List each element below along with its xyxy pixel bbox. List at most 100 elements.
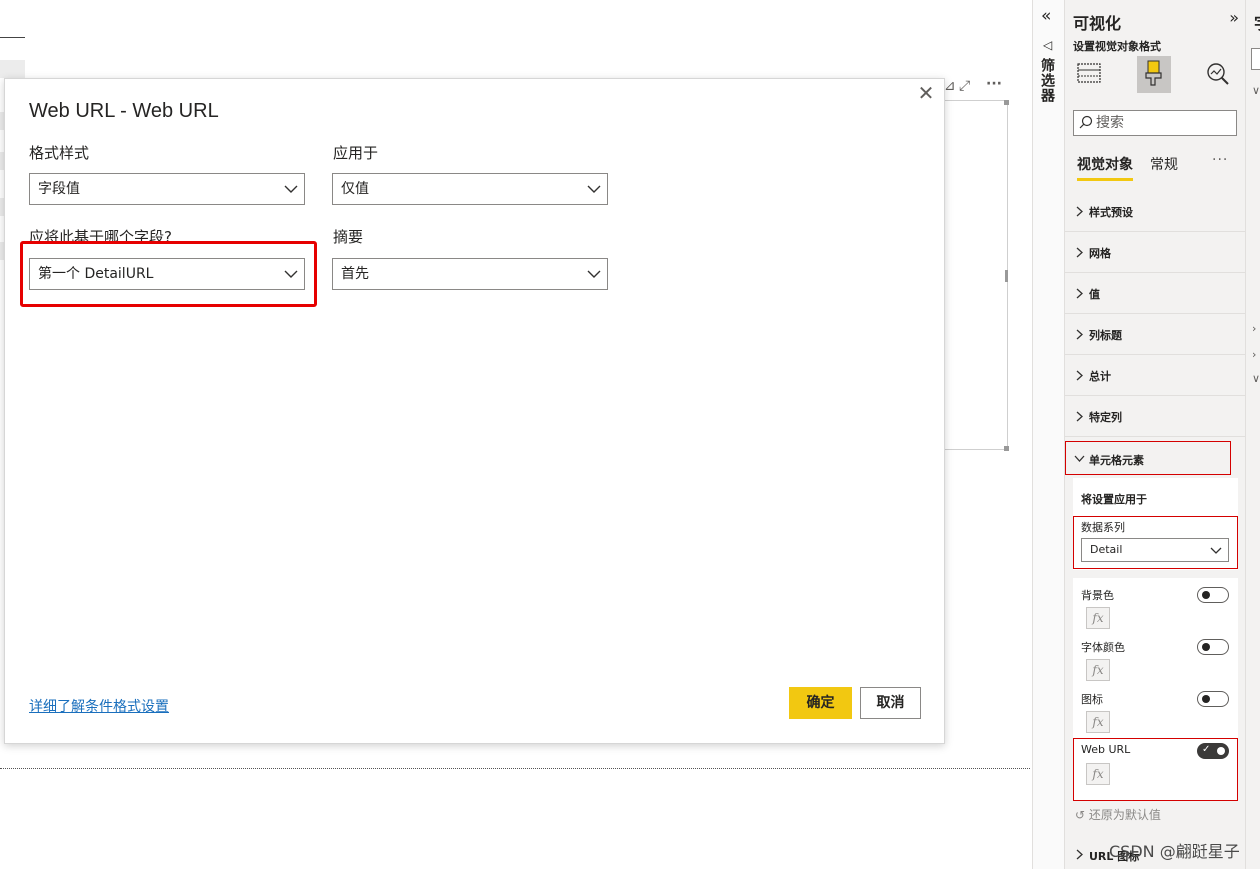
- more-options-icon[interactable]: ···: [986, 76, 1002, 92]
- resize-handle[interactable]: [1004, 100, 1009, 105]
- collapse-icon[interactable]: «: [1041, 6, 1051, 26]
- more-options-icon[interactable]: ···: [1212, 152, 1228, 168]
- section-style-presets[interactable]: 样式预设: [1065, 191, 1245, 232]
- filter-pane-collapsed[interactable]: « ◁ 筛选器: [1032, 0, 1065, 869]
- page-boundary-line: [0, 768, 1030, 769]
- section-specific-column[interactable]: 特定列: [1065, 396, 1245, 437]
- chevron-right-icon: [1076, 206, 1083, 217]
- section-label: 值: [1089, 288, 1100, 301]
- build-visual-icon[interactable]: [1073, 56, 1107, 90]
- fx-button[interactable]: fx: [1086, 711, 1110, 733]
- section-label: 单元格元素: [1089, 454, 1144, 467]
- chevron-down-icon: [284, 185, 298, 193]
- format-visual-icon[interactable]: [1137, 56, 1171, 90]
- chevron-down-icon: [284, 270, 298, 278]
- toggle-label: 字体颜色: [1081, 641, 1125, 654]
- learn-more-link[interactable]: 详细了解条件格式设置: [29, 696, 169, 716]
- series-dropdown[interactable]: Detail: [1081, 538, 1229, 562]
- toggle-label: Web URL: [1081, 743, 1131, 756]
- toggle-label: 图标: [1081, 693, 1103, 706]
- section-cell-elements[interactable]: 单元格元素: [1065, 441, 1231, 475]
- fx-button[interactable]: fx: [1086, 659, 1110, 681]
- chevron-down-icon: ∨: [1252, 372, 1260, 385]
- search-input[interactable]: 搜索: [1073, 110, 1237, 136]
- table-visual-frame[interactable]: [940, 100, 1008, 450]
- fields-search-input[interactable]: [1251, 48, 1260, 70]
- apply-to-label: 应用于: [333, 144, 379, 162]
- icons-toggle[interactable]: [1197, 691, 1229, 707]
- table-grid-icon: [1077, 63, 1101, 83]
- chevron-right-icon: [1076, 288, 1083, 299]
- reset-to-default[interactable]: ↺ 还原为默认值: [1075, 806, 1161, 823]
- chevron-right-icon: [1076, 849, 1083, 860]
- visualizations-pane: 可视化 » 设置视觉对象格式 搜索 视觉对象 常规 ··· 样式预设 网格 值 …: [1065, 0, 1245, 869]
- section-label: 网格: [1089, 247, 1111, 260]
- summarization-value: 首先: [341, 266, 369, 282]
- section-grid[interactable]: 网格: [1065, 232, 1245, 273]
- chevron-right-icon: ›: [1252, 348, 1257, 361]
- section-label: 特定列: [1089, 411, 1122, 424]
- pane-title: 可视化: [1073, 14, 1122, 33]
- apply-settings-label: 将设置应用于: [1081, 493, 1147, 506]
- active-tool-indicator: [1137, 90, 1171, 93]
- format-style-label: 格式样式: [29, 144, 90, 162]
- summarization-label: 摘要: [333, 228, 364, 246]
- fx-button[interactable]: fx: [1086, 763, 1110, 785]
- focus-mode-icon[interactable]: ⤢: [959, 78, 970, 94]
- resize-handle[interactable]: [1004, 446, 1009, 451]
- resize-handle[interactable]: [1005, 270, 1008, 282]
- chevron-right-icon: [1076, 370, 1083, 381]
- chevron-down-icon: [587, 270, 601, 278]
- filter-pane-label[interactable]: 筛选器: [1039, 58, 1057, 103]
- web-url-toggle[interactable]: ✓: [1197, 743, 1229, 759]
- chevron-down-icon: [1074, 455, 1085, 462]
- section-label: 列标题: [1089, 329, 1122, 342]
- background-color-toggle[interactable]: [1197, 587, 1229, 603]
- section-label: 样式预设: [1089, 206, 1133, 219]
- cancel-button[interactable]: 取消: [860, 687, 921, 719]
- paintbrush-icon: [1145, 60, 1162, 86]
- format-style-value: 字段值: [38, 181, 80, 197]
- based-on-field-dropdown[interactable]: 第一个 DetailURL: [29, 258, 305, 290]
- section-totals[interactable]: 总计: [1065, 355, 1245, 396]
- based-on-field-value: 第一个 DetailURL: [38, 266, 154, 282]
- magnifier-chart-icon: [1207, 63, 1229, 85]
- dialog-title: Web URL - Web URL: [29, 100, 219, 122]
- chevron-down-icon: ∨: [1252, 84, 1260, 97]
- chevron-right-icon: [1076, 247, 1083, 258]
- toggle-label: 背景色: [1081, 589, 1114, 602]
- section-label: 总计: [1089, 370, 1111, 383]
- tab-general[interactable]: 常规: [1150, 154, 1178, 174]
- close-icon[interactable]: ✕: [914, 81, 938, 105]
- search-icon: [1079, 115, 1093, 129]
- chevron-right-icon: ›: [1252, 322, 1257, 335]
- canvas-table-strip: [0, 60, 25, 78]
- chevron-right-icon: [1076, 329, 1083, 340]
- reset-icon: ↺: [1075, 808, 1089, 822]
- pane-subtitle: 设置视觉对象格式: [1073, 40, 1161, 53]
- summarization-dropdown[interactable]: 首先: [332, 258, 608, 290]
- apply-to-value: 仅值: [341, 181, 369, 197]
- expand-icon[interactable]: »: [1229, 8, 1239, 27]
- section-values[interactable]: 值: [1065, 273, 1245, 314]
- ok-button[interactable]: 确定: [789, 687, 852, 719]
- fx-button[interactable]: fx: [1086, 607, 1110, 629]
- analytics-icon[interactable]: [1201, 56, 1235, 90]
- section-column-headers[interactable]: 列标题: [1065, 314, 1245, 355]
- watermark: CSDN @翩跹星子: [1109, 842, 1240, 861]
- chevron-right-icon: [1076, 411, 1083, 422]
- filter-icon[interactable]: ⊿: [944, 78, 956, 94]
- series-label: 数据系列: [1081, 521, 1125, 534]
- conditional-format-dialog: Web URL - Web URL ✕ 格式样式 字段值 应用于 仅值 应将此基…: [4, 78, 945, 744]
- format-style-dropdown[interactable]: 字段值: [29, 173, 305, 205]
- reset-label: 还原为默认值: [1088, 808, 1161, 822]
- tab-visual[interactable]: 视觉对象: [1077, 154, 1133, 181]
- canvas-divider: [0, 37, 25, 38]
- fields-pane-title: 字: [1254, 10, 1260, 34]
- font-color-toggle[interactable]: [1197, 639, 1229, 655]
- funnel-icon: ◁: [1043, 38, 1053, 52]
- chevron-down-icon: [1210, 547, 1222, 554]
- fields-pane-edge: 字 ∨ › › ∨: [1245, 0, 1260, 869]
- apply-to-dropdown[interactable]: 仅值: [332, 173, 608, 205]
- series-value: Detail: [1090, 543, 1123, 556]
